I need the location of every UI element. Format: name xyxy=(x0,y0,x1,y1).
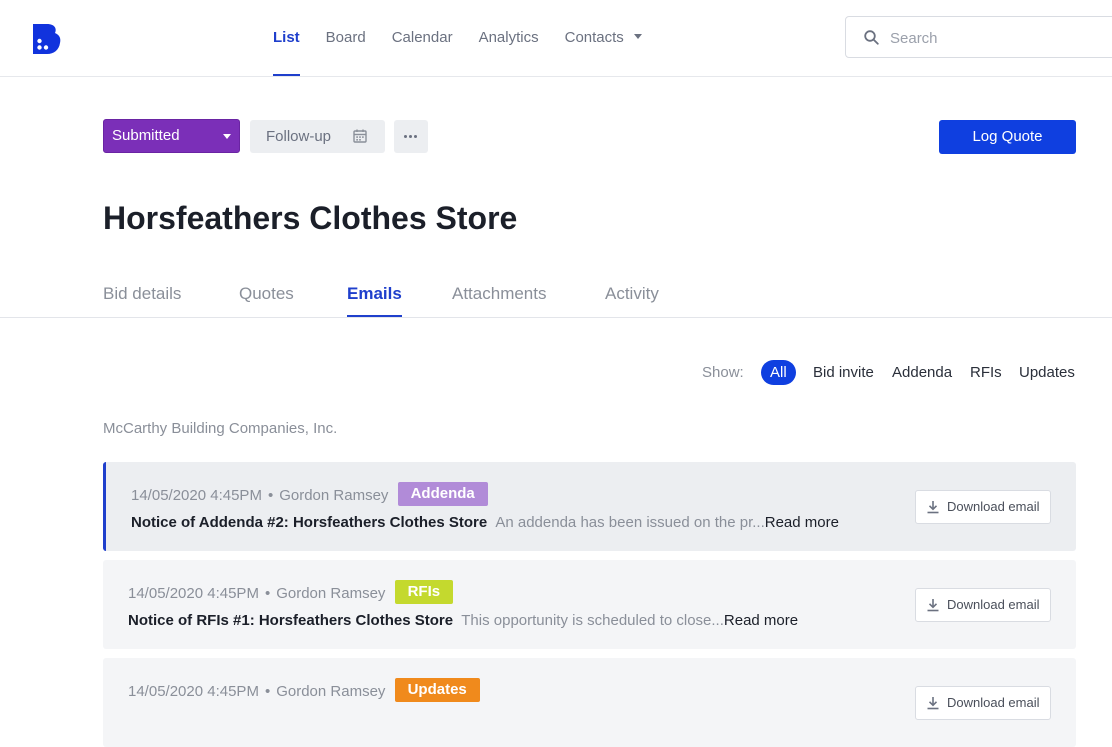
tab-attachments[interactable]: Attachments xyxy=(452,284,547,317)
caret-down-icon xyxy=(223,134,231,139)
chevron-down-icon xyxy=(633,33,642,39)
nav-item-board[interactable]: Board xyxy=(326,0,366,76)
download-email-label: Download email xyxy=(947,597,1040,612)
email-meta: 14/05/2020 4:45PM • Gordon Ramsey Addenda xyxy=(131,482,488,508)
download-email-button[interactable]: Download email xyxy=(915,686,1051,720)
email-type-badge: Updates xyxy=(394,678,480,702)
read-more-link[interactable]: Read more xyxy=(724,612,798,629)
more-options-button[interactable] xyxy=(394,120,428,153)
download-icon xyxy=(927,599,939,612)
tab-activity[interactable]: Activity xyxy=(605,284,659,317)
follow-up-label: Follow-up xyxy=(266,128,332,145)
top-bar: List Board Calendar Analytics Contacts xyxy=(0,0,1112,77)
follow-up-button[interactable]: Follow-up xyxy=(250,120,385,153)
email-subject: Notice of Addenda #2: Horsfeathers Cloth… xyxy=(131,514,488,531)
calendar-icon xyxy=(353,129,367,143)
nav-item-contacts[interactable]: Contacts xyxy=(565,0,642,76)
email-sender: Gordon Ramsey xyxy=(279,486,389,504)
email-item[interactable]: 14/05/2020 4:45PM • Gordon Ramsey Updates … xyxy=(103,658,1076,747)
nav-item-list[interactable]: List xyxy=(273,0,300,76)
download-email-label: Download email xyxy=(947,499,1040,514)
app-logo-icon[interactable] xyxy=(33,24,61,54)
email-type-badge: RFIs xyxy=(394,580,454,604)
download-email-button[interactable]: Download email xyxy=(915,588,1051,622)
email-subject: Notice of RFIs #1: Horsfeathers Clothes … xyxy=(128,612,454,629)
download-icon xyxy=(927,697,939,710)
download-email-label: Download email xyxy=(947,695,1040,710)
email-date: 14/05/2020 4:45PM xyxy=(128,682,259,700)
email-sender: Gordon Ramsey xyxy=(276,682,386,700)
read-more-link[interactable]: Read more xyxy=(765,514,839,531)
email-snippet: This opportunity is scheduled to close..… xyxy=(461,612,724,629)
email-type-badge: Addenda xyxy=(397,482,488,506)
detail-tabs: Bid details Quotes Emails Attachments Ac… xyxy=(0,270,1112,318)
search-box[interactable] xyxy=(845,16,1112,58)
nav-item-calendar[interactable]: Calendar xyxy=(392,0,453,76)
email-meta: 14/05/2020 4:45PM • Gordon Ramsey RFIs xyxy=(128,580,454,606)
email-subject-line: Notice of Addenda #2: Horsfeathers Cloth… xyxy=(131,514,839,531)
email-date: 14/05/2020 4:45PM xyxy=(128,584,259,602)
nav-item-analytics[interactable]: Analytics xyxy=(479,0,539,76)
tab-emails[interactable]: Emails xyxy=(347,284,402,317)
tab-bid-details[interactable]: Bid details xyxy=(103,284,181,317)
email-snippet: An addenda has been issued on the pr... xyxy=(495,514,765,531)
tab-quotes[interactable]: Quotes xyxy=(239,284,294,317)
page-title: Horsfeathers Clothes Store xyxy=(103,200,518,236)
company-name: McCarthy Building Companies, Inc. xyxy=(103,420,338,437)
email-sender: Gordon Ramsey xyxy=(276,584,386,602)
search-icon xyxy=(864,30,879,45)
log-quote-button[interactable]: Log Quote xyxy=(939,120,1076,154)
search-input[interactable] xyxy=(888,26,1092,50)
filter-show-label: Show: xyxy=(702,364,744,381)
filter-addenda[interactable]: Addenda xyxy=(892,364,952,381)
status-dropdown[interactable]: Submitted xyxy=(103,119,240,153)
email-meta: 14/05/2020 4:45PM • Gordon Ramsey Updates xyxy=(128,678,480,704)
ellipsis-icon xyxy=(404,135,417,138)
email-date: 14/05/2020 4:45PM xyxy=(131,486,262,504)
email-item[interactable]: 14/05/2020 4:45PM • Gordon Ramsey RFIs Not… xyxy=(103,560,1076,649)
download-icon xyxy=(927,501,939,514)
email-item[interactable]: 14/05/2020 4:45PM • Gordon Ramsey Addenda … xyxy=(103,462,1076,551)
download-email-button[interactable]: Download email xyxy=(915,490,1051,524)
filter-all[interactable]: All xyxy=(761,360,796,385)
filter-updates[interactable]: Updates xyxy=(1019,364,1075,381)
main-nav: List Board Calendar Analytics Contacts xyxy=(273,0,668,76)
email-subject-line: Notice of RFIs #1: Horsfeathers Clothes … xyxy=(128,612,798,629)
filter-rfis[interactable]: RFIs xyxy=(970,364,1002,381)
status-label: Submitted xyxy=(112,127,180,144)
filter-bid-invite[interactable]: Bid invite xyxy=(813,364,874,381)
nav-item-contacts-label: Contacts xyxy=(564,29,624,46)
